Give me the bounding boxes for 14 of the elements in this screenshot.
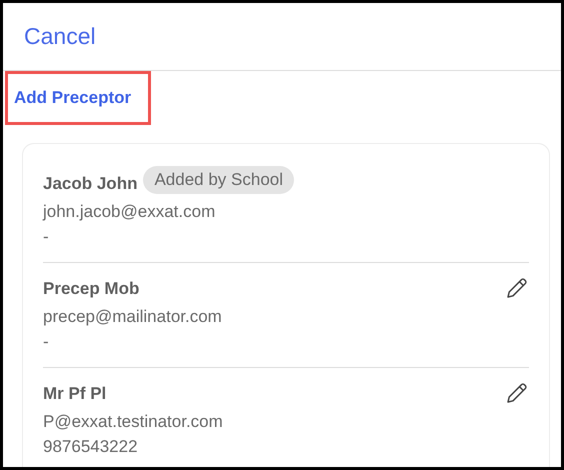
preceptor-email: P@exxat.testinator.com: [43, 411, 223, 433]
cancel-button[interactable]: Cancel: [24, 25, 96, 48]
edit-icon[interactable]: [505, 276, 529, 300]
edit-icon[interactable]: [505, 381, 529, 405]
preceptor-email: precep@mailinator.com: [43, 306, 222, 328]
source-badge: Added by School: [143, 166, 294, 194]
preceptor-name: Mr Pf Pl: [43, 383, 106, 406]
preceptor-email: john.jacob@exxat.com: [43, 201, 216, 223]
preceptor-phone: 9876543222: [43, 436, 139, 458]
preceptor-name: Precep Mob: [43, 278, 140, 300]
preceptor-phone: -: [43, 226, 50, 248]
preceptor-name: Jacob John: [43, 173, 138, 196]
add-preceptor-button[interactable]: Add Preceptor: [5, 71, 151, 125]
preceptor-phone: -: [43, 331, 50, 353]
